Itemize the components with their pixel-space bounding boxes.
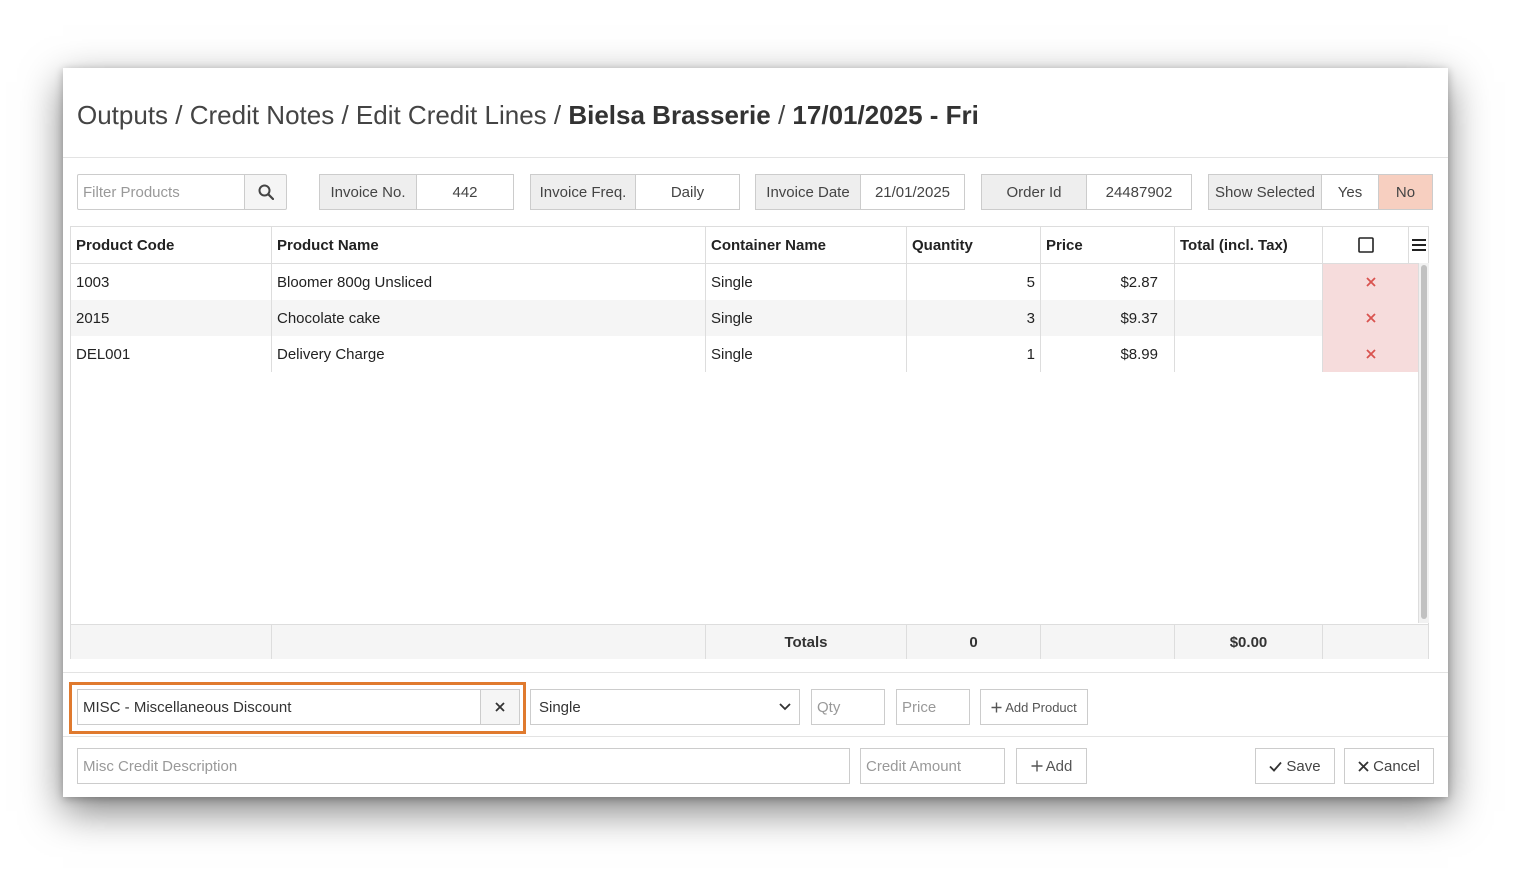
invoice-no-value: 442 [416,174,514,210]
close-icon [1358,760,1369,772]
cell-quantity[interactable]: 5 [907,264,1041,300]
cell-product-name: Bloomer 800g Unsliced [272,264,706,300]
show-selected-no-button[interactable]: No [1378,174,1433,210]
cell-product-name: Chocolate cake [272,300,706,336]
customer-name: Bielsa Brasserie [568,100,771,130]
filter-products-input[interactable]: Filter Products [77,174,245,210]
delete-row-button[interactable] [1323,336,1418,372]
clear-icon [494,701,506,713]
plus-icon [991,702,1002,713]
cell-total [1175,336,1323,372]
product-select-input[interactable]: MISC - Miscellaneous Discount [77,689,481,725]
invoice-freq-label: Invoice Freq. [530,174,636,210]
cell-product-code: DEL001 [71,336,272,372]
grid-header: Product Code Product Name Container Name… [71,227,1428,264]
container-select[interactable]: Single [530,689,800,725]
header-product-name[interactable]: Product Name [272,227,706,263]
cell-price[interactable]: $9.37 [1041,300,1175,336]
cell-container-name: Single [706,300,907,336]
delete-icon [1365,276,1377,288]
totals-amount: $0.00 [1175,625,1323,659]
page-title: Outputs / Credit Notes / Edit Credit Lin… [77,100,979,130]
header-total[interactable]: Total (incl. Tax) [1175,227,1323,263]
chevron-down-icon [779,703,791,711]
delete-row-button[interactable] [1323,264,1418,300]
credit-lines-panel: Outputs / Credit Notes / Edit Credit Lin… [63,68,1448,797]
divider [63,157,1448,158]
header-container-name[interactable]: Container Name [706,227,907,263]
header-quantity[interactable]: Quantity [907,227,1041,263]
search-button[interactable] [244,174,287,210]
divider [63,672,1448,673]
cell-quantity[interactable]: 1 [907,336,1041,372]
plus-icon [1031,760,1043,772]
misc-credit-description-input[interactable]: Misc Credit Description [77,748,850,784]
invoice-date-label: Invoice Date [755,174,861,210]
breadcrumb: Outputs / Credit Notes / Edit Credit Lin… [77,100,562,130]
cancel-button[interactable]: Cancel [1344,748,1434,784]
invoice-no-label: Invoice No. [319,174,417,210]
save-button[interactable]: Save [1255,748,1335,784]
header-price[interactable]: Price [1041,227,1175,263]
divider [63,736,1448,737]
totals-quantity: 0 [907,625,1041,659]
totals-row: Totals 0 $0.00 [71,624,1428,659]
grid-scrollbar[interactable] [1418,263,1429,623]
cell-total [1175,300,1323,336]
show-selected-label: Show Selected [1208,174,1322,210]
checkbox-icon [1357,237,1374,253]
invoice-freq-value: Daily [635,174,740,210]
cell-quantity[interactable]: 3 [907,300,1041,336]
delete-icon [1365,348,1377,360]
cell-total [1175,264,1323,300]
cell-product-code: 2015 [71,300,272,336]
table-row[interactable]: 1003 Bloomer 800g Unsliced Single 5 $2.8… [71,264,1418,300]
totals-label: Totals [706,625,907,659]
menu-icon [1411,239,1426,251]
credit-amount-input[interactable]: Credit Amount [860,748,1005,784]
show-selected-yes-button[interactable]: Yes [1321,174,1379,210]
invoice-date-value: 21/01/2025 [860,174,965,210]
cell-container-name: Single [706,264,907,300]
check-icon [1269,761,1283,772]
cell-product-code: 1003 [71,264,272,300]
credit-lines-grid: Product Code Product Name Container Name… [70,226,1429,659]
price-input[interactable]: Price [896,689,970,725]
table-row[interactable]: DEL001 Delivery Charge Single 1 $8.99 [71,336,1418,372]
delete-icon [1365,312,1377,324]
cell-product-name: Delivery Charge [272,336,706,372]
table-row[interactable]: 2015 Chocolate cake Single 3 $9.37 [71,300,1418,336]
add-product-button[interactable]: Add Product [980,689,1088,725]
cell-price[interactable]: $2.87 [1041,264,1175,300]
search-icon [258,184,274,200]
cell-container-name: Single [706,336,907,372]
credit-date: 17/01/2025 - Fri [792,100,979,130]
select-all-checkbox[interactable] [1323,227,1409,263]
scrollbar-thumb[interactable] [1421,265,1427,619]
column-menu-button[interactable] [1409,227,1428,263]
add-misc-credit-button[interactable]: Add [1016,748,1087,784]
clear-product-button[interactable] [480,689,520,725]
qty-input[interactable]: Qty [811,689,885,725]
order-id-label: Order Id [981,174,1087,210]
header-product-code[interactable]: Product Code [71,227,272,263]
delete-row-button[interactable] [1323,300,1418,336]
order-id-value: 24487902 [1086,174,1192,210]
cell-price[interactable]: $8.99 [1041,336,1175,372]
